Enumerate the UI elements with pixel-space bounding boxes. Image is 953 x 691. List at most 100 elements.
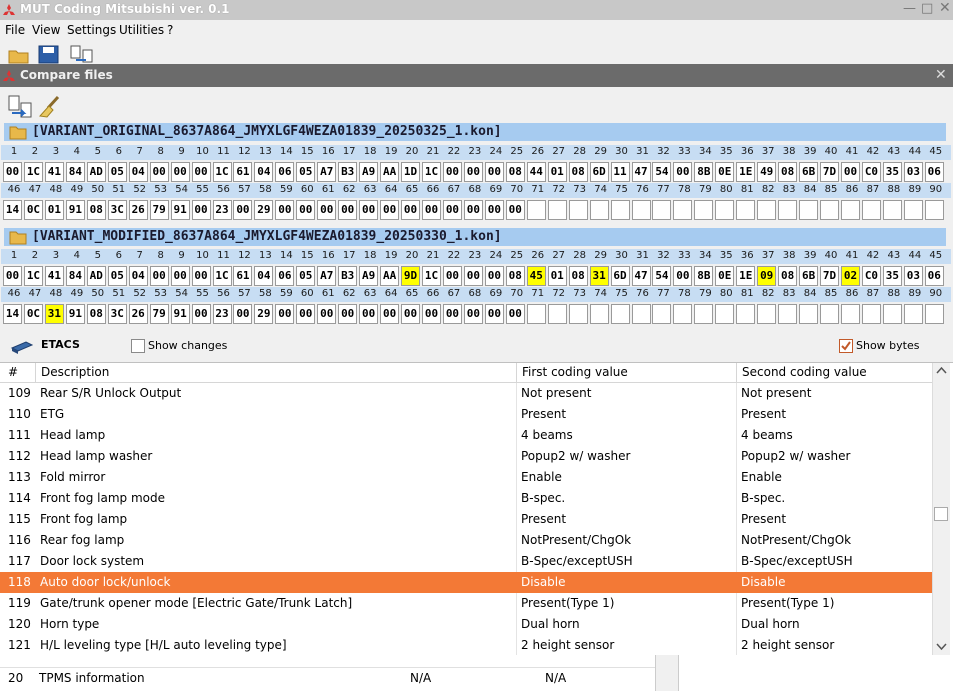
byte-index-label: 50 [91, 184, 105, 195]
show-bytes-label[interactable]: Show bytes [856, 339, 919, 352]
vertical-scrollbar[interactable] [932, 363, 950, 655]
byte-cell: 00 [3, 162, 22, 182]
byte-cell: 04 [128, 266, 148, 286]
table-row[interactable]: 119 Gate/trunk opener mode [Electric Gate… [0, 593, 932, 614]
column-header-second-value[interactable]: Second coding value [742, 365, 867, 379]
show-changes-label[interactable]: Show changes [148, 339, 227, 352]
table-row-selected[interactable]: 118 Auto door lock/unlock Disable Disable [0, 572, 932, 593]
menu-utilities[interactable]: Utilities [119, 23, 164, 37]
row-first-value: 2 height sensor [521, 638, 615, 652]
byte-index-label: 8 [157, 146, 164, 157]
byte-index-label: 85 [824, 288, 838, 299]
scroll-thumb[interactable] [934, 507, 948, 521]
column-header-first-value[interactable]: First coding value [522, 365, 628, 379]
row-description: Rear S/R Unlock Output [40, 386, 182, 400]
table-row[interactable]: 120 Horn type Dual horn Dual horn [0, 614, 932, 635]
folder-icon [9, 126, 27, 140]
byte-index-label: 66 [426, 184, 440, 195]
row-first-value: Popup2 w/ washer [521, 449, 631, 463]
scroll-up-icon[interactable] [936, 365, 947, 376]
row-second-value: Popup2 w/ washer [741, 449, 851, 463]
byte-index-label: 20 [405, 146, 419, 157]
byte-cell: 00 [296, 304, 316, 324]
table-row[interactable]: 116 Rear fog lamp NotPresent/ChgOk NotPrese… [0, 530, 932, 551]
byte-cell: 00 [505, 200, 525, 220]
clear-brush-icon[interactable] [38, 95, 62, 119]
byte-cell: 49 [757, 162, 777, 182]
byte-cell: 3C [107, 304, 127, 324]
byte-index-label: 74 [594, 288, 607, 299]
byte-index-label: 51 [112, 288, 126, 299]
table-row[interactable]: 113 Fold mirror Enable Enable [0, 467, 932, 488]
compare-action-icon[interactable] [8, 95, 32, 119]
byte-cell: 26 [128, 200, 148, 220]
table-row[interactable]: 114 Front fog lamp mode B-spec. B-spec. [0, 488, 932, 509]
empty-byte-cell [610, 304, 630, 324]
minimize-button[interactable]: — [903, 1, 916, 16]
scroll-down-icon[interactable] [936, 641, 947, 652]
close-dialog-button[interactable]: ✕ [935, 67, 947, 83]
close-app-button[interactable]: ✕ [939, 0, 951, 16]
byte-index-label: 87 [866, 288, 880, 299]
byte-index-label: 11 [217, 146, 230, 157]
byte-cell: AD [86, 266, 106, 286]
maximize-button[interactable]: □ [921, 1, 933, 16]
save-icon[interactable] [38, 45, 60, 64]
byte-index-label: 34 [698, 146, 712, 157]
compare-files-icon[interactable] [70, 45, 94, 64]
show-changes-checkbox[interactable] [131, 339, 145, 353]
byte-index-label: 15 [300, 250, 314, 261]
table-row[interactable]: 121 H/L leveling type [H/L auto leveling … [0, 635, 932, 655]
menu-file[interactable]: File [5, 23, 25, 37]
table-row[interactable]: 109 Rear S/R Unlock Output Not present Not … [0, 383, 932, 404]
byte-index-label: 73 [573, 288, 586, 299]
byte-index-label: 1 [10, 146, 18, 157]
byte-index-label: 80 [719, 288, 733, 299]
row-second-value: Not present [741, 386, 812, 400]
variant-modified-filename: [VARIANT_MODIFIED_8637A864_JMYXLGF4WEZA0… [32, 229, 502, 244]
open-folder-icon[interactable] [8, 47, 30, 64]
byte-index-label: 55 [196, 184, 209, 195]
byte-cell: C0 [861, 162, 881, 182]
byte-cell: A7 [317, 162, 337, 182]
byte-cell: 54 [652, 266, 672, 286]
byte-index-label: 23 [468, 250, 482, 261]
byte-cell: 03 [903, 162, 923, 182]
show-bytes-checkbox[interactable] [839, 339, 853, 353]
byte-index-label: 6 [115, 146, 122, 157]
byte-index-label: 90 [929, 288, 943, 299]
table-row[interactable]: 110 ETG Present Present [0, 404, 932, 425]
byte-cell: 9D [401, 266, 421, 286]
table-body: 109 Rear S/R Unlock Output Not present Not … [0, 383, 932, 655]
column-header-num[interactable]: # [8, 365, 18, 379]
byte-cell: 1D [401, 162, 421, 182]
table-row[interactable]: 117 Door lock system B-Spec/exceptUSH B-Spe… [0, 551, 932, 572]
empty-byte-cell [715, 200, 735, 220]
empty-byte-cell [820, 304, 840, 324]
byte-index-label: 55 [196, 288, 209, 299]
table-row[interactable]: 111 Head lamp 4 beams 4 beams [0, 425, 932, 446]
byte-cell: 79 [149, 200, 169, 220]
byte-cell: 08 [505, 266, 525, 286]
byte-cell: 00 [317, 200, 337, 220]
byte-cell: 23 [212, 200, 232, 220]
byte-index-label: 78 [678, 184, 691, 195]
table-row[interactable]: 115 Front fog lamp Present Present [0, 509, 932, 530]
table-row[interactable]: 112 Head lamp washer Popup2 w/ washer Popup… [0, 446, 932, 467]
row-first-value: B-Spec/exceptUSH [521, 554, 633, 568]
byte-index-label: 33 [678, 250, 691, 261]
byte-index-row: 46 47 48 49 50 51 52 53 54 55 56 57 58 59 60 61 62 63 64 65… [1, 183, 951, 198]
byte-index-label: 41 [845, 146, 859, 157]
byte-index-label: 5 [94, 146, 101, 157]
empty-byte-cell [799, 200, 819, 220]
row-description: Auto door lock/unlock [40, 575, 171, 589]
dialog-title: Compare files [20, 68, 113, 82]
row-description: Head lamp [40, 428, 106, 442]
byte-index-row: 1 2 3 4 5 6 7 8 9 10 11 12 13 14 15 16 17 18 19 20 21 22 23 24 2… [1, 145, 951, 160]
empty-byte-cell [715, 304, 735, 324]
menu-view[interactable]: View [32, 23, 60, 37]
menu-settings[interactable]: Settings [67, 23, 116, 37]
byte-index-label: 64 [384, 184, 398, 195]
column-header-description[interactable]: Description [41, 365, 109, 379]
menu-help[interactable]: ? [167, 23, 173, 37]
